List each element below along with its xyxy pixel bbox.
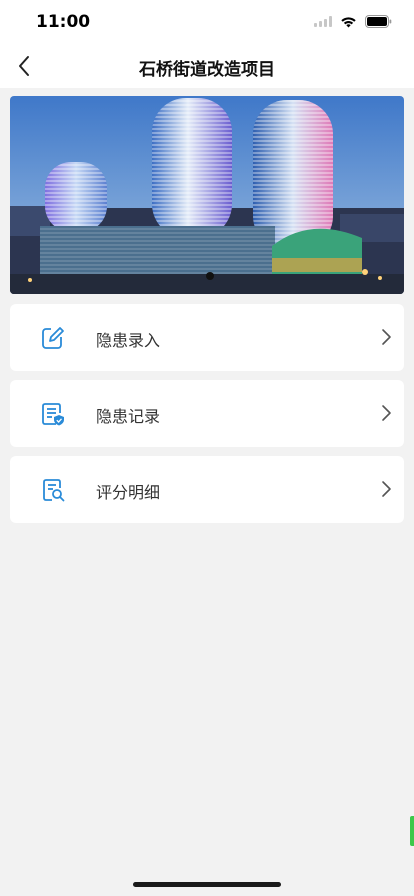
menu-item-hazard-records[interactable]: 隐患记录 — [10, 380, 404, 447]
menu-item-hazard-entry[interactable]: 隐患录入 — [10, 304, 404, 371]
menu-item-label: 评分明细 — [96, 483, 161, 502]
cellular-signal-icon — [314, 16, 332, 27]
page-title: 石桥街道改造项目 — [139, 60, 275, 80]
document-search-icon — [43, 479, 65, 502]
nav-bar: 石桥街道改造项目 — [0, 44, 414, 88]
battery-icon — [365, 15, 392, 28]
menu-item-label: 隐患记录 — [96, 407, 161, 426]
menu-item-label: 隐患录入 — [96, 331, 161, 350]
carousel-indicator-dot[interactable] — [206, 272, 214, 280]
status-icons — [314, 15, 392, 28]
floating-edge-tab[interactable] — [410, 816, 414, 846]
wifi-icon — [340, 16, 357, 28]
home-indicator[interactable] — [133, 882, 281, 887]
banner-image — [10, 96, 404, 294]
record-shield-icon — [42, 403, 64, 426]
chevron-right-icon — [382, 481, 391, 497]
chevron-right-icon — [382, 405, 391, 421]
status-bar: 11:00 — [0, 0, 414, 44]
menu-item-score-details[interactable]: 评分明细 — [10, 456, 404, 523]
edit-icon — [42, 327, 65, 349]
banner-carousel[interactable] — [10, 96, 404, 294]
chevron-right-icon — [382, 329, 391, 345]
status-time: 11:00 — [36, 12, 91, 32]
